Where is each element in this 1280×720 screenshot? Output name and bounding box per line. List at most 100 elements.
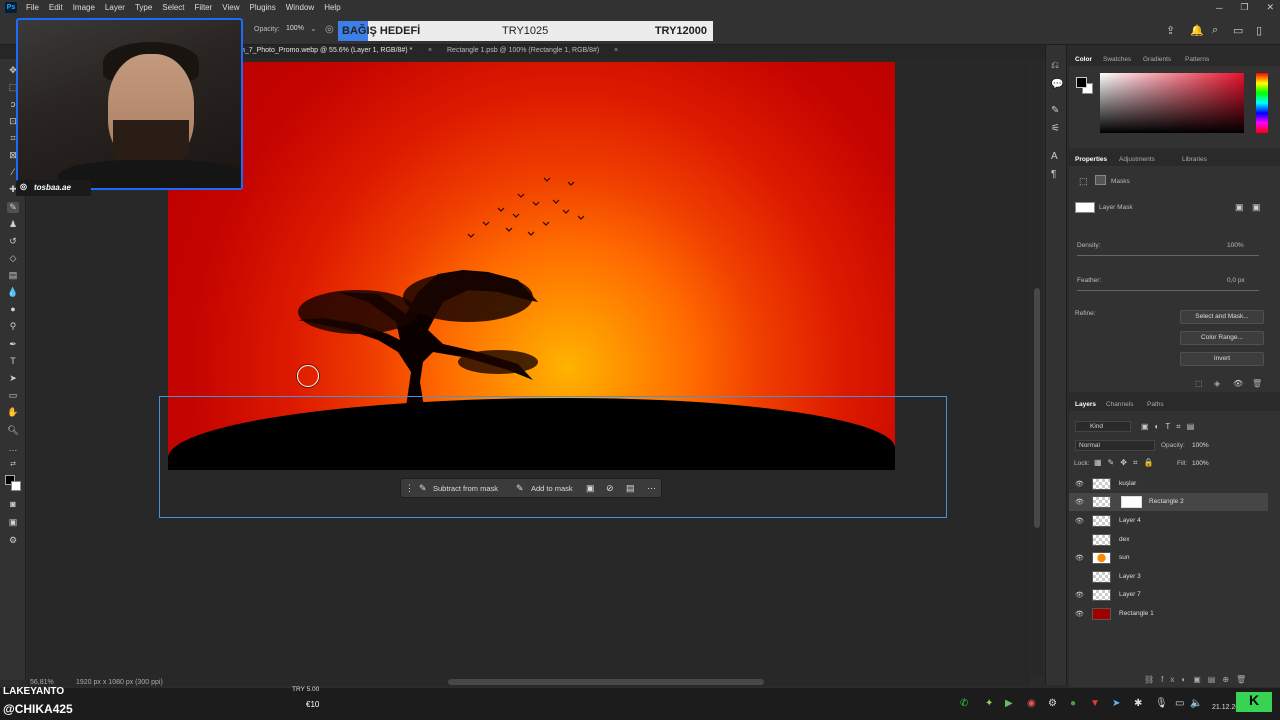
filter-kind-select[interactable]: Kind [1075, 421, 1131, 432]
density-value[interactable]: 100% [1227, 242, 1244, 249]
color-picker-field[interactable] [1100, 73, 1244, 133]
tab-paths[interactable]: Paths [1147, 401, 1164, 408]
tray-bluetooth-icon[interactable]: ✱ [1134, 698, 1142, 709]
tab-close-icon[interactable]: × [428, 47, 432, 54]
tray-app-icon[interactable]: ✦ [985, 698, 993, 709]
minimize-icon[interactable]: ─ [1216, 3, 1222, 13]
tab-color[interactable]: Color [1075, 56, 1092, 63]
visibility-icon[interactable]: 👁 [1233, 379, 1243, 388]
layer-row[interactable]: 👁 Rectangle 2 [1069, 493, 1268, 511]
menu-plugins[interactable]: Plugins [245, 3, 281, 12]
hand-tool-icon[interactable]: ✋ [7, 407, 19, 418]
pixel-mask-icon[interactable]: ⬚ [1079, 176, 1088, 187]
tab-channels[interactable]: Channels [1106, 401, 1133, 408]
hue-slider[interactable] [1256, 73, 1268, 133]
workspace-icon[interactable]: ▭ [1233, 24, 1243, 37]
invert-mask-icon[interactable]: ▤ [626, 483, 635, 494]
notification-icon[interactable]: 🔔 [1190, 24, 1204, 37]
whatsapp-icon[interactable]: ✆ [960, 698, 968, 709]
eraser-icon[interactable]: ◇ [7, 253, 19, 264]
layer-row[interactable]: 👁 sun [1069, 549, 1268, 567]
subtract-from-mask-button[interactable]: Subtract from mask [433, 484, 498, 493]
layout-icon[interactable]: ▯ [1256, 24, 1262, 37]
eye-icon[interactable]: 👁 [1075, 498, 1084, 506]
edit-toolbar-icon[interactable]: ⚙ [7, 535, 19, 546]
tab-properties[interactable]: Properties [1075, 156, 1107, 163]
more-options-icon[interactable]: ⋯ [647, 483, 656, 494]
layer-row[interactable]: 👁 Layer 7 [1069, 586, 1268, 604]
layer-row[interactable]: 👁 kuşlar [1069, 475, 1268, 493]
eye-icon[interactable]: 👁 [1075, 554, 1084, 562]
microphone-icon[interactable]: 🎙 [1155, 698, 1168, 709]
eye-icon[interactable]: 👁 [1075, 591, 1084, 599]
rectangle-tool-icon[interactable]: ▭ [7, 390, 19, 401]
screen-mode-icon[interactable]: ▣ [7, 517, 19, 528]
more-tools-icon[interactable]: … [7, 443, 19, 454]
layer-mask-thumb[interactable] [1121, 496, 1142, 508]
menu-select[interactable]: Select [157, 3, 189, 12]
pen-tool-icon[interactable]: ✒ [7, 339, 19, 350]
filter-icons[interactable]: ▣◐T⌗▤ [1141, 422, 1200, 432]
pressure-icon[interactable]: ◎ [325, 24, 334, 35]
feather-value[interactable]: 0,0 px [1227, 277, 1245, 284]
delete-mask-icon[interactable]: 🗑 [1252, 379, 1262, 388]
menu-view[interactable]: View [217, 3, 244, 12]
tray-dot-icon[interactable]: ● [1070, 698, 1076, 709]
gradient-tool-icon[interactable]: ▤ [7, 270, 19, 281]
tab-doc-1[interactable]: n_7_Photo_Promo.webp @ 55.6% (Layer 1, R… [241, 47, 412, 54]
select-mask-icon[interactable]: ▣ [1235, 202, 1244, 213]
drag-handle-icon[interactable]: ⋮ [405, 483, 414, 494]
layer-row[interactable]: Layer 3 [1069, 568, 1268, 586]
menu-type[interactable]: Type [130, 3, 157, 12]
play-icon[interactable]: ▶ [1005, 698, 1013, 709]
load-selection-icon[interactable]: ⬚ [1195, 379, 1203, 388]
menu-edit[interactable]: Edit [44, 3, 68, 12]
swap-colors-icon[interactable]: ⇄ [7, 459, 19, 470]
tab-patterns[interactable]: Patterns [1185, 56, 1209, 63]
character-icon[interactable]: A [1051, 151, 1058, 162]
volume-icon[interactable]: 🔈 [1190, 698, 1202, 709]
layer-row[interactable]: dex [1069, 531, 1268, 549]
menu-help[interactable]: Help [319, 3, 345, 12]
quick-mask-icon[interactable]: ◙ [7, 499, 19, 510]
dodge-tool-icon[interactable]: ● [7, 304, 19, 315]
history-brush-icon[interactable]: ↺ [7, 236, 19, 247]
zoom-tool-icon[interactable]: 🔍︎ [7, 425, 19, 436]
search-icon[interactable]: ⌕ [1212, 24, 1218, 37]
paragraph-icon[interactable]: ¶ [1051, 169, 1056, 180]
clone-stamp-icon[interactable]: ♟ [7, 219, 19, 230]
tab-libraries[interactable]: Libraries [1182, 156, 1207, 163]
display-icon[interactable]: ▭ [1175, 698, 1184, 709]
tab-close-icon[interactable]: × [614, 47, 618, 54]
tray-gear-icon[interactable]: ⚙ [1048, 698, 1057, 709]
tab-layers[interactable]: Layers [1075, 401, 1096, 408]
invert-button[interactable]: Invert [1180, 352, 1264, 366]
feather-slider[interactable] [1077, 290, 1259, 291]
dropdown-arrow-icon[interactable]: ⌄ [310, 24, 317, 33]
layer-row[interactable]: 👁 Rectangle 1 [1069, 605, 1268, 623]
brush-settings-icon[interactable]: ✎ [1051, 105, 1059, 116]
blend-mode-select[interactable]: Normal [1075, 440, 1155, 451]
zoom-small-icon[interactable]: ⚲ [7, 321, 19, 332]
background-swatch[interactable] [11, 481, 21, 491]
path-select-icon[interactable]: ➤ [7, 373, 19, 384]
mask-icon[interactable] [1095, 175, 1106, 185]
eye-icon[interactable]: 👁 [1075, 610, 1084, 618]
vector-mask-icon[interactable]: ▣ [1252, 202, 1261, 213]
eye-icon[interactable]: 👁 [1075, 517, 1084, 525]
menu-image[interactable]: Image [68, 3, 100, 12]
opacity-input[interactable]: 100% [286, 25, 304, 32]
layer-actions-icons[interactable]: ⛓fx◐▣▤⊕🗑 [1144, 675, 1253, 684]
zoom-level[interactable]: 56,81% [30, 679, 54, 686]
comments-icon[interactable]: 💬 [1051, 79, 1063, 90]
layer-row[interactable]: 👁 Layer 4 [1069, 512, 1268, 530]
blur-tool-icon[interactable]: 💧 [7, 287, 19, 298]
tab-doc-2[interactable]: Rectangle 1.psb @ 100% (Rectangle 1, RGB… [447, 47, 599, 54]
history-icon[interactable]: ⎌ [1051, 60, 1059, 71]
tab-adjustments[interactable]: Adjustments [1119, 156, 1155, 163]
eye-icon[interactable]: 👁 [1075, 480, 1084, 488]
fill-value[interactable]: 100% [1192, 460, 1209, 467]
select-and-mask-button[interactable]: Select and Mask... [1180, 310, 1264, 324]
adjustments-icon[interactable]: ⚟ [1051, 123, 1060, 134]
vertical-scroll-thumb[interactable] [1034, 288, 1040, 528]
